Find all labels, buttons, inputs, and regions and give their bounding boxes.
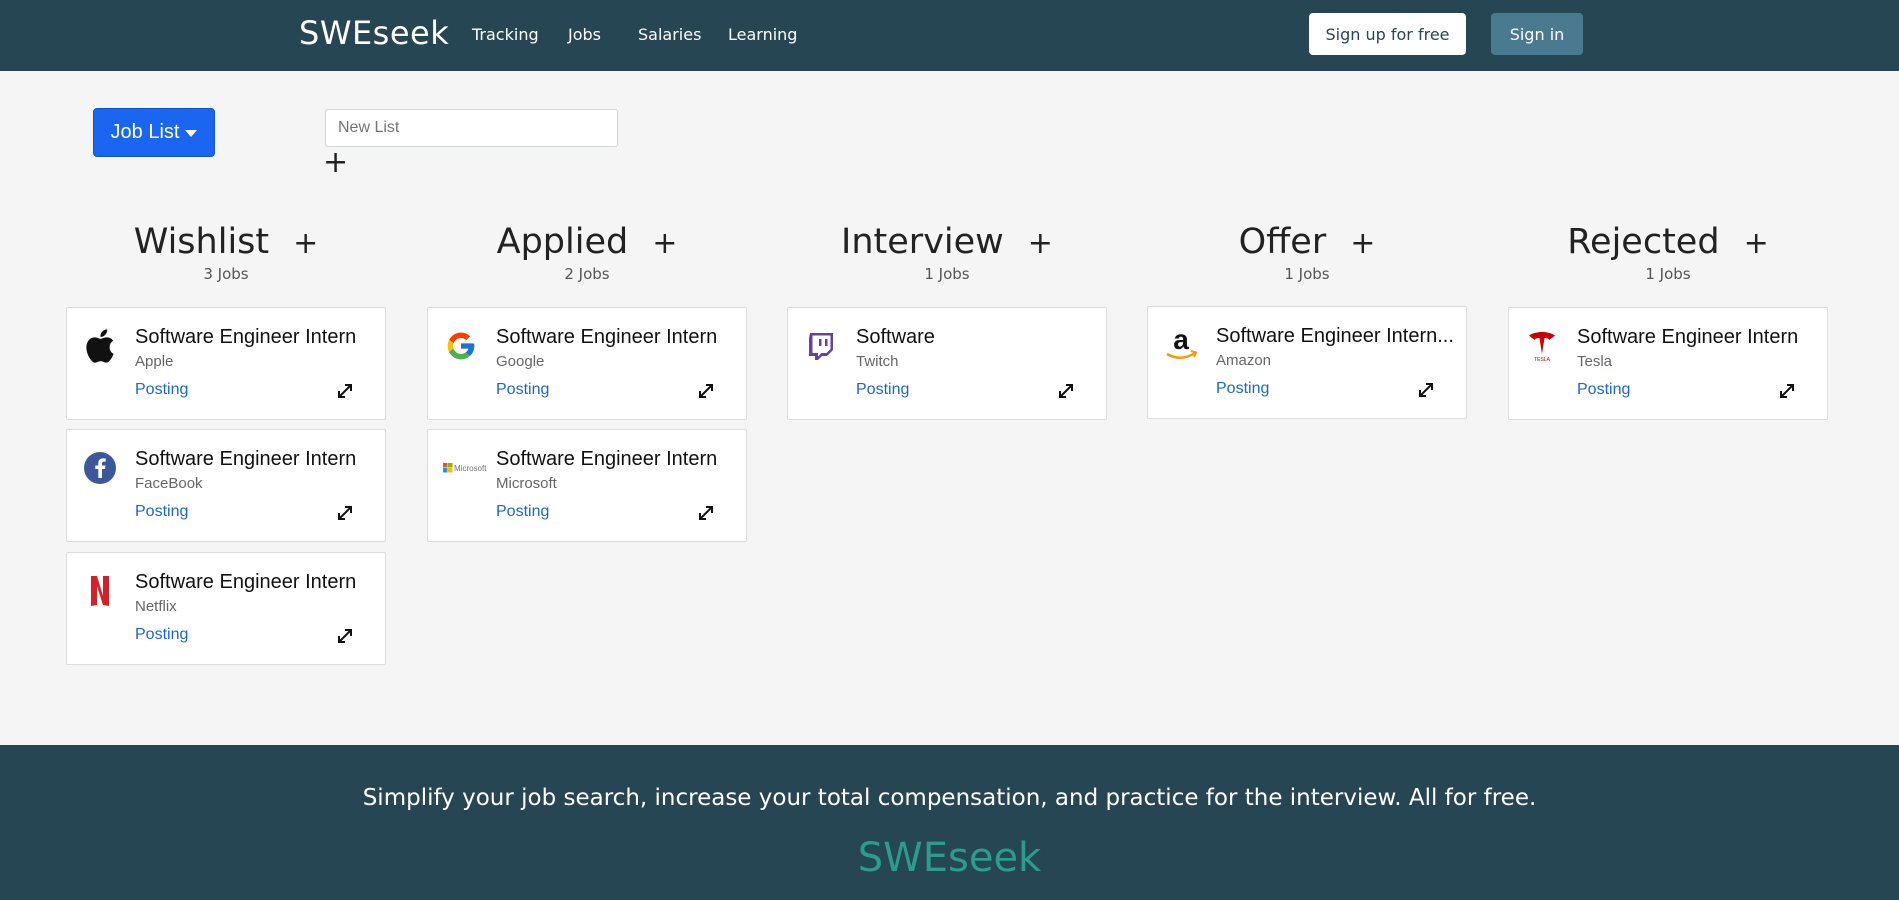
column-title: Interview [841,222,1004,262]
job-title: Software Engineer Intern [496,448,718,470]
nav-link-salaries[interactable]: Salaries [638,25,701,44]
posting-link[interactable]: Posting [496,503,549,521]
twitch-logo-icon [803,328,839,364]
job-title: Software Engineer Intern [1577,326,1799,348]
add-list-button[interactable]: + [323,148,348,178]
add-job-button[interactable]: + [1744,226,1769,261]
job-card[interactable]: TESLA Software Engineer Intern Tesla Pos… [1508,307,1828,420]
signin-button[interactable]: Sign in [1491,13,1583,55]
column-count: 1 Jobs [924,265,970,283]
job-card[interactable]: a Software Engineer Intern... Amazon Pos… [1147,306,1467,419]
column-count: 1 Jobs [1284,265,1330,283]
caret-down-icon [185,130,198,137]
expand-icon[interactable] [697,504,715,522]
amazon-logo-icon: a [1163,327,1199,363]
posting-link[interactable]: Posting [135,503,188,521]
add-job-button[interactable]: + [1350,226,1375,261]
nav-link-jobs[interactable]: Jobs [568,25,601,44]
posting-link[interactable]: Posting [856,381,909,399]
add-job-button[interactable]: + [293,226,318,261]
company-name: Amazon [1216,352,1272,369]
column-title: Applied [496,222,629,262]
footer-tagline: Simplify your job search, increase your … [362,785,1537,811]
nav-link-tracking[interactable]: Tracking [472,25,539,44]
add-job-button[interactable]: + [652,226,677,261]
expand-icon[interactable] [697,382,715,400]
nav-link-learning[interactable]: Learning [728,25,797,44]
posting-link[interactable]: Posting [496,381,549,399]
job-card[interactable]: Software Engineer Intern Google Posting [427,307,747,420]
column-title: Offer [1238,222,1327,262]
job-card[interactable]: Software Engineer Intern Apple Posting [66,307,386,420]
job-title: Software Engineer Intern [496,326,718,348]
navbar: SWEseek Tracking Jobs Salaries Learning … [0,0,1899,71]
microsoft-logo-icon: Microsoft [443,450,493,486]
column-title: Rejected [1567,222,1720,262]
expand-icon[interactable] [336,504,354,522]
facebook-logo-icon [82,450,118,486]
company-name: Apple [135,353,174,370]
signup-button[interactable]: Sign up for free [1309,13,1466,55]
company-name: Netflix [135,598,177,615]
column-header-wishlist: Wishlist + 3 Jobs [66,222,386,283]
column-title: Wishlist [133,222,270,262]
column-header-applied: Applied + 2 Jobs [427,222,747,283]
job-list-label: Job List [110,121,180,143]
job-title: Software Engineer Intern... [1216,325,1454,347]
company-name: Tesla [1577,353,1613,370]
footer-brand-logo[interactable]: SWEseek [0,835,1899,881]
expand-icon[interactable] [336,627,354,645]
job-card[interactable]: Microsoft Software Engineer Intern Micro… [427,429,747,542]
expand-icon[interactable] [1057,382,1075,400]
job-title: Software Engineer Intern [135,448,357,470]
company-name: Google [496,353,545,370]
job-card[interactable]: Software Engineer Intern Netflix Posting [66,552,386,665]
job-title: Software [856,326,935,348]
column-count: 1 Jobs [1645,265,1691,283]
column-header-interview: Interview + 1 Jobs [787,222,1107,283]
netflix-logo-icon [82,573,118,609]
expand-icon[interactable] [336,382,354,400]
company-name: Microsoft [496,475,557,492]
job-card[interactable]: Software Twitch Posting [787,307,1107,420]
column-count: 2 Jobs [564,265,610,283]
job-card[interactable]: Software Engineer Intern FaceBook Postin… [66,429,386,542]
job-title: Software Engineer Intern [135,571,357,593]
new-list-input[interactable] [325,109,618,147]
brand-logo[interactable]: SWEseek [299,14,449,52]
tesla-logo-icon: TESLA [1524,328,1560,364]
posting-link[interactable]: Posting [1216,380,1269,398]
job-list-dropdown[interactable]: Job List [93,108,215,157]
column-count: 3 Jobs [203,265,249,283]
posting-link[interactable]: Posting [135,626,188,644]
expand-icon[interactable] [1417,381,1435,399]
column-header-offer: Offer + 1 Jobs [1147,222,1467,283]
microsoft-logo-text: Microsoft [454,464,487,473]
company-name: FaceBook [135,475,203,492]
posting-link[interactable]: Posting [1577,381,1630,399]
tesla-logo-text: TESLA [1534,357,1551,363]
company-name: Twitch [856,353,899,370]
column-header-rejected: Rejected + 1 Jobs [1508,222,1828,283]
svg-text:a: a [1173,327,1189,355]
apple-logo-icon [82,328,118,364]
footer: Simplify your job search, increase your … [0,745,1899,900]
add-job-button[interactable]: + [1028,226,1053,261]
expand-icon[interactable] [1778,382,1796,400]
job-title: Software Engineer Intern [135,326,357,348]
posting-link[interactable]: Posting [135,381,188,399]
google-logo-icon [443,328,479,364]
